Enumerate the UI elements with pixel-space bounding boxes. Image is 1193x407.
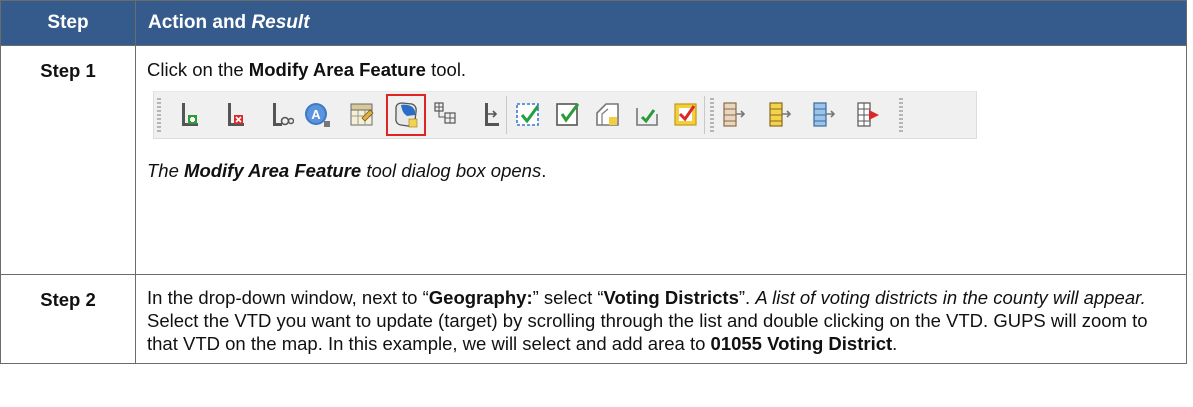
split-line-icon[interactable] bbox=[266, 100, 294, 130]
tool-name: Modify Area Feature bbox=[248, 59, 426, 80]
instruction-table: Step Action and Result Step 1 Click on t… bbox=[0, 0, 1187, 364]
add-line-icon[interactable] bbox=[174, 100, 202, 130]
result-header-label: Result bbox=[251, 12, 310, 33]
toolbar-separator bbox=[704, 96, 705, 134]
action-header-label: Action and bbox=[148, 12, 252, 33]
svg-text:A: A bbox=[311, 107, 321, 122]
result-text: The Modify Area Feature tool dialog box … bbox=[147, 159, 1176, 182]
text-segment: In the drop-down window, next to “ bbox=[147, 287, 429, 308]
table-row: Step 2 In the drop-down window, next to … bbox=[0, 274, 1187, 364]
delete-line-icon[interactable] bbox=[220, 100, 248, 130]
header-row: Step Action and Result bbox=[0, 0, 1187, 46]
result-tool-name: Modify Area Feature bbox=[184, 160, 362, 181]
label-icon[interactable]: A bbox=[304, 100, 332, 130]
text-segment: . bbox=[892, 333, 898, 354]
geography-label: Geography: bbox=[428, 287, 533, 308]
voting-districts-option: Voting Districts bbox=[603, 287, 739, 308]
table-row: Step 1 Click on the Modify Area Feature … bbox=[0, 45, 1187, 275]
result-end: . bbox=[541, 160, 547, 181]
shape-check-icon[interactable] bbox=[594, 100, 622, 130]
export-yellow-icon[interactable] bbox=[766, 100, 794, 130]
toolbar-grip[interactable] bbox=[899, 98, 903, 132]
italic-note: A list of voting districts in the county… bbox=[755, 287, 1146, 308]
action-cell: Click on the Modify Area Feature tool. A bbox=[135, 45, 1187, 275]
text-segment: ”. bbox=[738, 287, 756, 308]
instruction-post: tool. bbox=[425, 59, 467, 80]
review-icon[interactable] bbox=[514, 100, 542, 130]
export-red-icon[interactable] bbox=[854, 100, 882, 130]
text-segment: ” select “ bbox=[532, 287, 604, 308]
toolbar-grip[interactable] bbox=[710, 98, 714, 132]
step-header-label: Step bbox=[47, 12, 89, 33]
instruction-table-wrapper: Step Action and Result Step 1 Click on t… bbox=[0, 0, 1187, 364]
action-column-header: Action and Result bbox=[135, 0, 1187, 46]
step-cell: Step 2 bbox=[0, 274, 136, 364]
vtd-name: 01055 Voting District bbox=[710, 333, 893, 354]
toolbar-grip[interactable] bbox=[157, 98, 161, 132]
step-column-header: Step bbox=[0, 0, 136, 46]
action-cell: In the drop-down window, next to “Geogra… bbox=[135, 274, 1187, 364]
modify-area-feature-icon[interactable] bbox=[392, 100, 420, 130]
anchor-icon[interactable] bbox=[476, 100, 504, 130]
area-check-icon[interactable] bbox=[634, 100, 662, 130]
export-icon[interactable] bbox=[720, 100, 748, 130]
result-pre: The bbox=[147, 160, 185, 181]
toolbar: A bbox=[153, 91, 977, 139]
instruction-pre: Click on the bbox=[147, 59, 249, 80]
flag-check-icon[interactable] bbox=[672, 100, 700, 130]
result-post: tool dialog box opens bbox=[361, 160, 542, 181]
attribute-table-icon[interactable] bbox=[348, 100, 376, 130]
instruction-text: Click on the Modify Area Feature tool. bbox=[147, 58, 1176, 81]
toolbar-separator bbox=[506, 96, 507, 134]
review-check-icon[interactable] bbox=[554, 100, 582, 130]
text-segment: Select the VTD you want to update (targe… bbox=[147, 310, 1148, 354]
export-blue-icon[interactable] bbox=[810, 100, 838, 130]
merge-icon[interactable] bbox=[432, 100, 460, 130]
step-cell: Step 1 bbox=[0, 45, 136, 275]
